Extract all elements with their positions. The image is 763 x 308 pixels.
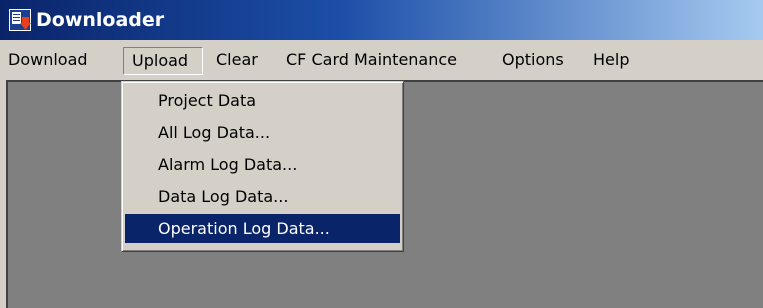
- menu-item-project-data[interactable]: Project Data: [125, 86, 400, 115]
- menu-upload[interactable]: Upload: [123, 47, 203, 75]
- upload-dropdown-menu: Project Data All Log Data... Alarm Log D…: [121, 81, 404, 252]
- menu-item-all-log-data[interactable]: All Log Data...: [125, 118, 400, 147]
- title-bar[interactable]: Downloader: [0, 0, 763, 40]
- window-title: Downloader: [36, 9, 165, 31]
- menu-clear[interactable]: Clear: [216, 48, 258, 72]
- menu-bar: Download Upload Clear CF Card Maintenanc…: [0, 40, 763, 80]
- menu-options[interactable]: Options: [502, 48, 564, 72]
- menu-help[interactable]: Help: [593, 48, 629, 72]
- menu-item-operation-log-data[interactable]: Operation Log Data...: [125, 214, 400, 243]
- downloader-app-icon: [9, 9, 31, 31]
- downloader-window: Downloader Download Upload Clear CF Card…: [0, 0, 763, 308]
- menu-item-data-log-data[interactable]: Data Log Data...: [125, 182, 400, 211]
- menu-cf-card-maintenance[interactable]: CF Card Maintenance: [286, 48, 457, 72]
- menu-item-alarm-log-data[interactable]: Alarm Log Data...: [125, 150, 400, 179]
- menu-download[interactable]: Download: [8, 48, 88, 72]
